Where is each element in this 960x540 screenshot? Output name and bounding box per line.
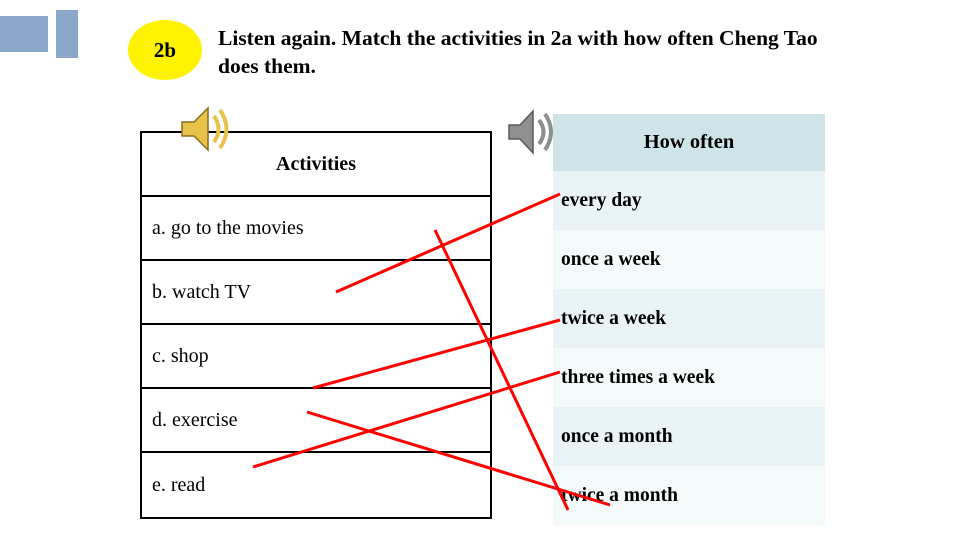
decorative-block-right: [56, 10, 78, 58]
activity-row-b: b. watch TV: [142, 261, 490, 325]
activities-table: Activities a. go to the movies b. watch …: [140, 131, 492, 519]
how-often-item-3: twice a week: [553, 289, 825, 348]
how-often-header: How often: [553, 114, 825, 171]
activity-row-a: a. go to the movies: [142, 197, 490, 261]
decorative-block-left: [0, 16, 48, 52]
activity-row-d: d. exercise: [142, 389, 490, 453]
how-often-item-6: twice a month: [553, 466, 825, 525]
how-often-column: How often every day once a week twice a …: [553, 114, 825, 525]
how-often-item-5: once a month: [553, 407, 825, 466]
speaker-icon: [503, 104, 557, 165]
how-often-item-1: every day: [553, 171, 825, 230]
activity-row-c: c. shop: [142, 325, 490, 389]
exercise-badge: 2b: [128, 20, 202, 80]
how-often-item-2: once a week: [553, 230, 825, 289]
speaker-icon: [176, 100, 234, 163]
instruction-text: Listen again. Match the activities in 2a…: [218, 26, 818, 79]
how-often-item-4: three times a week: [553, 348, 825, 407]
activity-row-e: e. read: [152, 473, 206, 496]
